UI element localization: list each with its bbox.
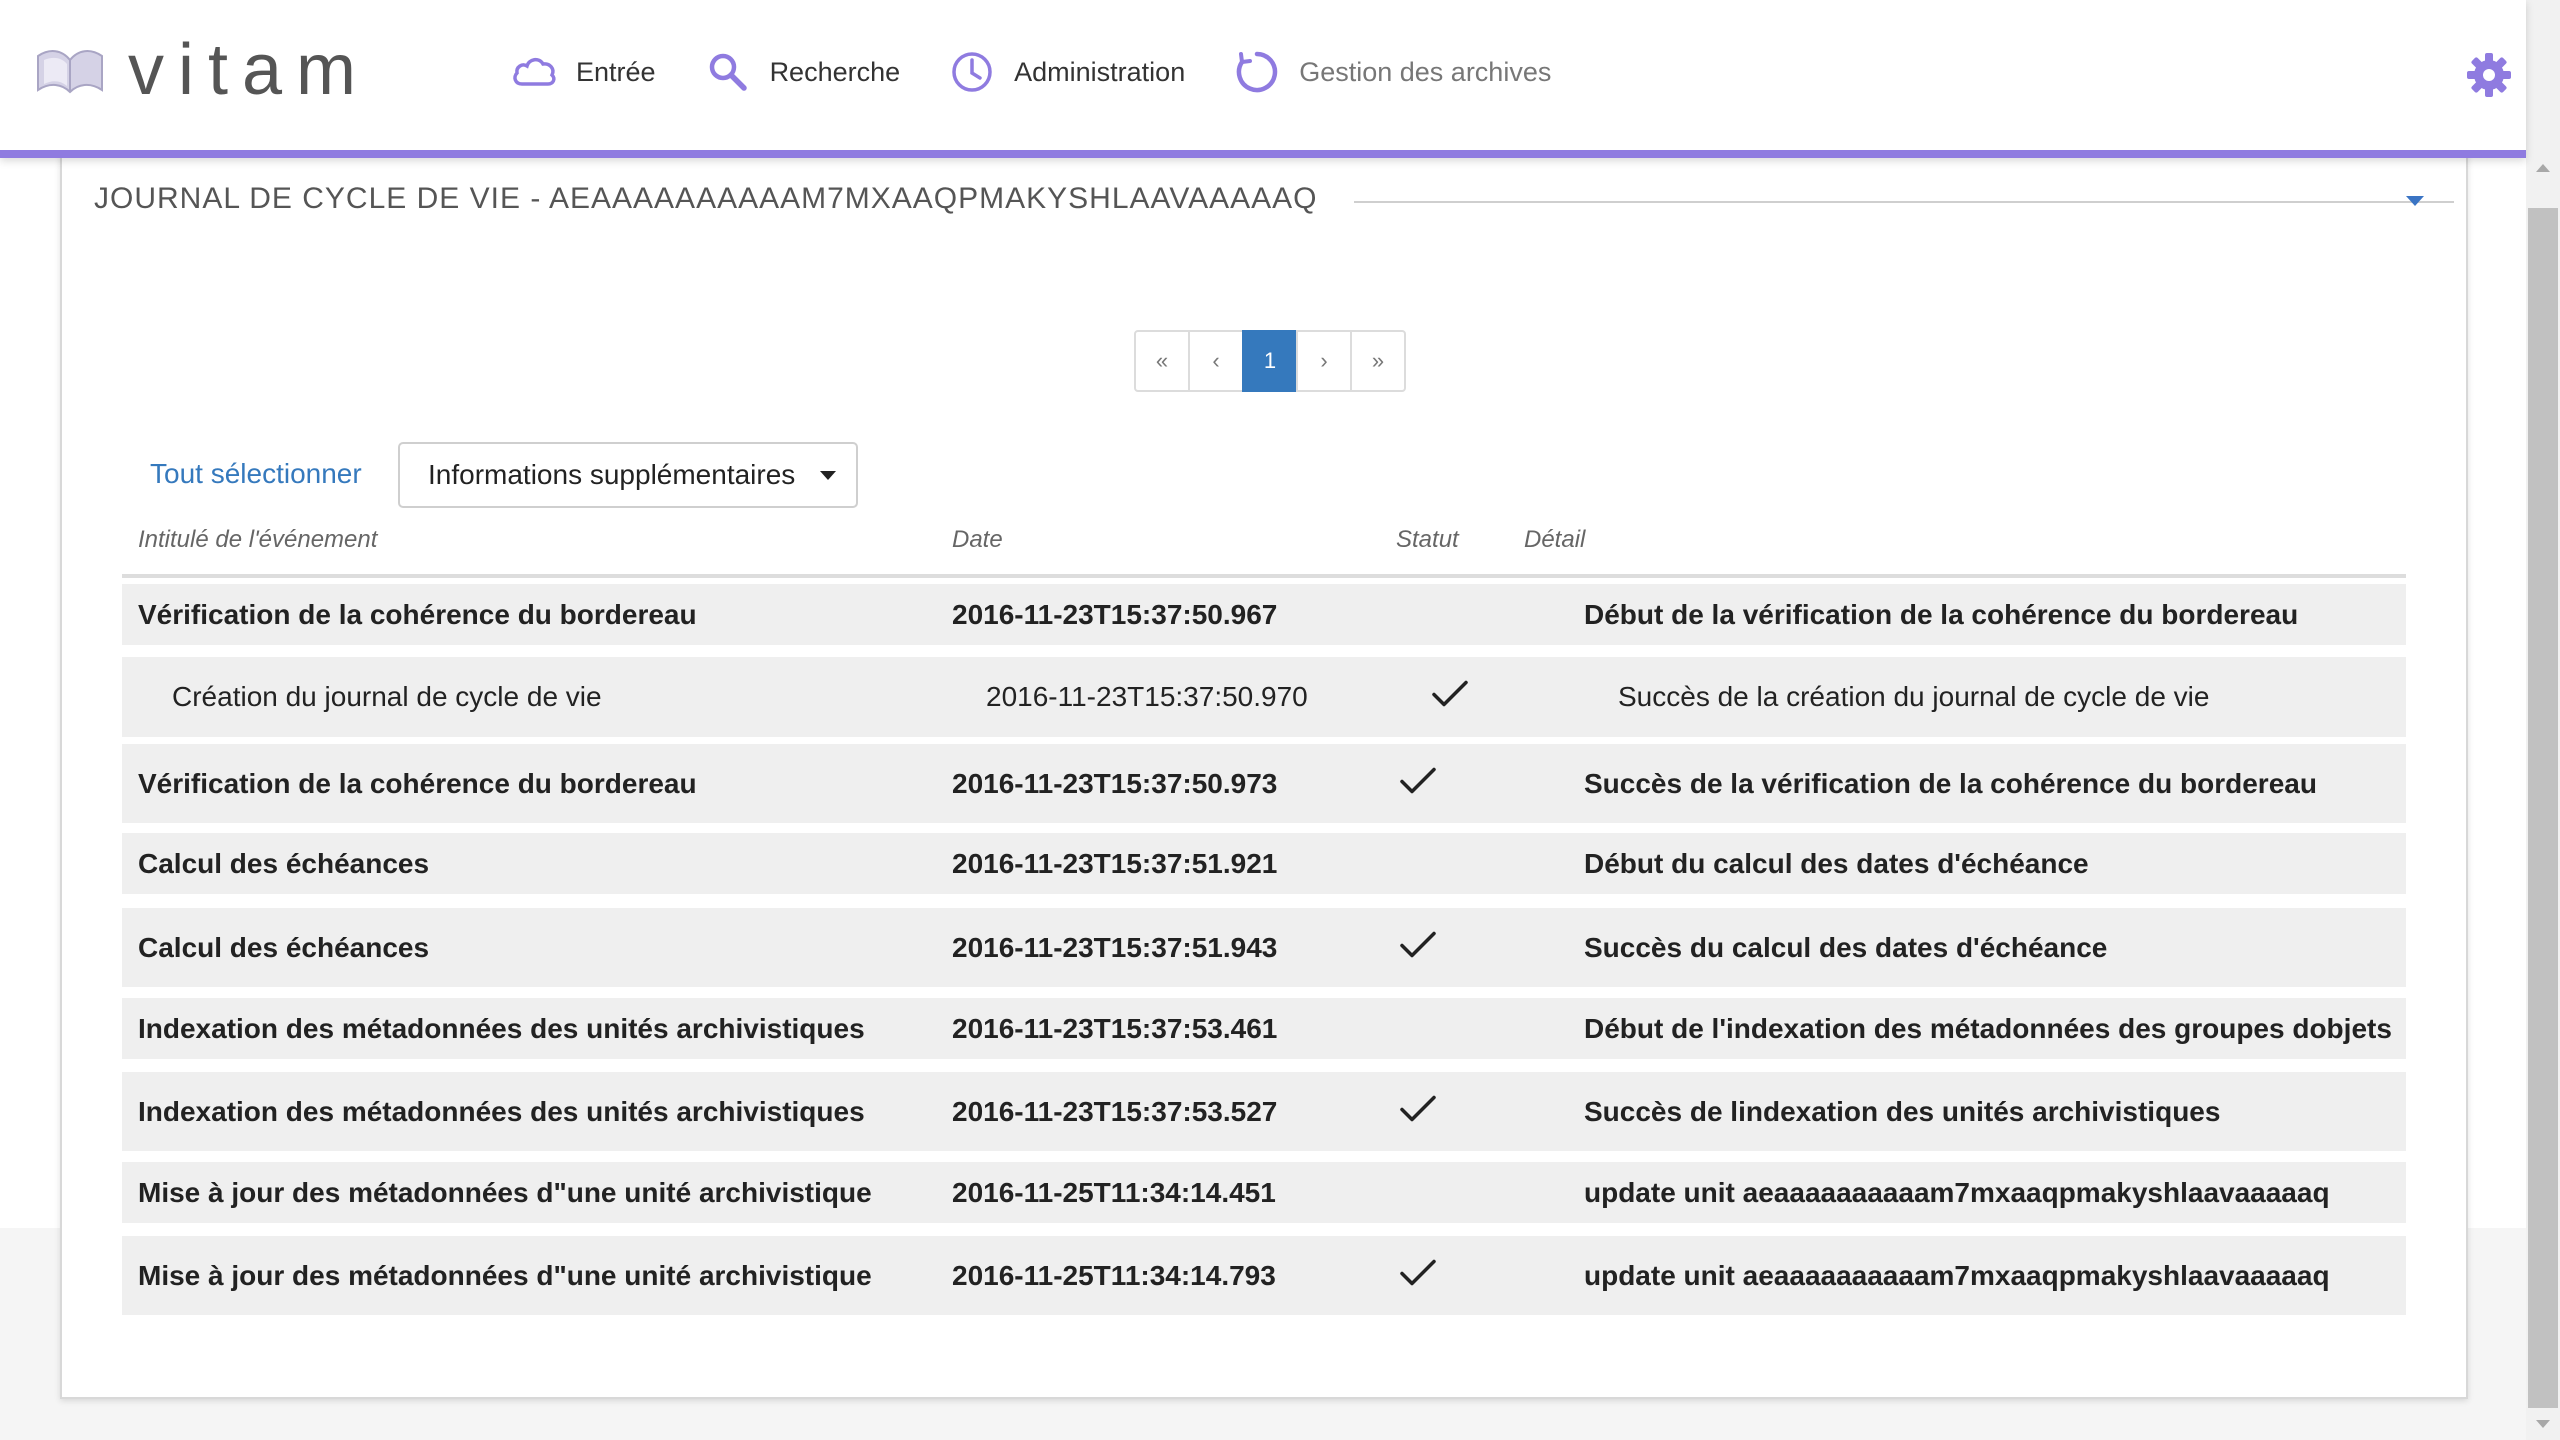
nav-label-administration: Administration (1014, 56, 1186, 87)
nav-label-recherche: Recherche (769, 56, 901, 87)
event-cell: Calcul des échéances (138, 847, 430, 879)
pagination-prev[interactable]: ‹ (1188, 330, 1244, 392)
date-cell: 2016-11-23T15:37:51.943 (952, 931, 1278, 963)
scroll-down-arrow-icon[interactable] (2536, 1420, 2550, 1428)
table-row[interactable]: Calcul des échéances 2016-11-23T15:37:51.… (122, 833, 2406, 894)
table-header-rule (122, 574, 2406, 578)
event-cell: Vérification de la cohérence du borderea… (138, 598, 697, 630)
check-icon (1432, 680, 1468, 707)
event-cell: Mise à jour des métadonnées d"une unité … (138, 1176, 872, 1208)
pagination-last[interactable]: » (1350, 330, 1406, 392)
detail-cell: Début de la vérification de la cohérence… (1584, 598, 2299, 630)
table-row[interactable]: Vérification de la cohérence du borderea… (122, 584, 2406, 645)
date-cell: 2016-11-23T15:37:50.967 (952, 598, 1278, 630)
nav-item-recherche[interactable]: Recherche (704, 48, 901, 96)
collapse-caret-icon[interactable] (2406, 196, 2424, 206)
app-header: vitam Entrée Recherche Administration Ge… (0, 0, 2526, 158)
scrollbar-thumb[interactable] (2528, 208, 2558, 1408)
detail-cell: update unit aeaaaaaaaaaam7mxaaqpmakyshla… (1584, 1259, 2330, 1291)
date-cell: 2016-11-23T15:37:51.921 (952, 847, 1278, 879)
date-cell: 2016-11-23T15:37:53.527 (952, 1095, 1278, 1127)
event-cell: Vérification de la cohérence du borderea… (138, 767, 697, 799)
pagination: « ‹ 1 › » (1134, 330, 1406, 392)
select-all-link[interactable]: Tout sélectionner (150, 458, 362, 490)
search-icon (709, 53, 747, 91)
detail-cell: Succès du calcul des dates d'échéance (1584, 931, 2108, 963)
gear-icon[interactable] (2466, 52, 2512, 98)
table-row[interactable]: Mise à jour des métadonnées d"une unité … (122, 1162, 2406, 1223)
status-cell (1398, 1092, 1438, 1131)
event-cell: Indexation des métadonnées des unités ar… (138, 1012, 865, 1044)
event-cell: Calcul des échéances (138, 931, 430, 963)
pagination-next[interactable]: › (1296, 330, 1352, 392)
pagination-first[interactable]: « (1134, 330, 1190, 392)
nav-label-gestion-archives: Gestion des archives (1299, 56, 1552, 87)
column-header-event[interactable]: Intitulé de l'événement (138, 526, 377, 554)
detail-cell: Début du calcul des dates d'échéance (1584, 847, 2089, 879)
logo[interactable]: vitam (34, 34, 370, 106)
event-cell: Mise à jour des métadonnées d"une unité … (138, 1259, 872, 1291)
column-header-status[interactable]: Statut (1396, 526, 1459, 554)
table-row[interactable]: Mise à jour des métadonnées d"une unité … (122, 1236, 2406, 1315)
table-row[interactable]: Indexation des métadonnées des unités ar… (122, 1072, 2406, 1151)
additional-info-dropdown[interactable]: Informations supplémentaires (398, 442, 858, 508)
check-icon (1400, 767, 1436, 793)
table-row[interactable]: Indexation des métadonnées des unités ar… (122, 998, 2406, 1059)
status-cell (1398, 764, 1438, 803)
detail-cell: Succès de la création du journal de cycl… (1618, 681, 2210, 712)
status-cell (1430, 678, 1470, 717)
lifecycle-journal-panel: JOURNAL DE CYCLE DE VIE - AEAAAAAAAAAAM7… (60, 150, 2468, 1399)
date-cell: 2016-11-23T15:37:50.970 (986, 681, 1308, 712)
panel-title: JOURNAL DE CYCLE DE VIE - AEAAAAAAAAAAM7… (94, 182, 1338, 216)
spinner-icon (1236, 51, 1278, 93)
scroll-up-arrow-icon[interactable] (2536, 164, 2550, 172)
nav-item-administration[interactable]: Administration (948, 48, 1185, 96)
table-row[interactable]: Calcul des échéances 2016-11-23T15:37:51.… (122, 908, 2406, 987)
date-cell: 2016-11-23T15:37:53.461 (952, 1012, 1278, 1044)
check-icon (1400, 931, 1436, 957)
detail-cell: Succès de lindexation des unités archivi… (1584, 1095, 2221, 1127)
cloud-icon (513, 57, 556, 86)
main-nav: Entrée Recherche Administration Gestion … (510, 48, 1599, 96)
panel-title-rule (1354, 201, 2454, 203)
nav-item-entree[interactable]: Entrée (510, 48, 656, 96)
date-cell: 2016-11-25T11:34:14.451 (952, 1176, 1276, 1208)
table-row[interactable]: Création du journal de cycle de vie 2016-… (122, 657, 2406, 737)
nav-label-entree: Entrée (576, 56, 656, 87)
table-row[interactable]: Vérification de la cohérence du borderea… (122, 744, 2406, 823)
detail-cell: Succès de la vérification de la cohérenc… (1584, 767, 2317, 799)
column-header-date[interactable]: Date (952, 526, 1003, 554)
column-header-detail[interactable]: Détail (1524, 526, 1585, 554)
clock-icon (952, 52, 992, 92)
pagination-current-page[interactable]: 1 (1242, 330, 1298, 392)
nav-item-gestion-archives[interactable]: Gestion des archives (1233, 48, 1551, 96)
app-name: vitam (128, 30, 371, 110)
status-cell (1398, 928, 1438, 967)
event-cell: Création du journal de cycle de vie (172, 681, 602, 712)
event-cell: Indexation des métadonnées des unités ar… (138, 1095, 865, 1127)
detail-cell: Début de l'indexation des métadonnées de… (1584, 1012, 2392, 1044)
status-cell (1398, 1256, 1438, 1295)
check-icon (1400, 1259, 1436, 1285)
date-cell: 2016-11-25T11:34:14.793 (952, 1259, 1276, 1291)
check-icon (1400, 1095, 1436, 1121)
book-icon (37, 50, 103, 94)
caret-down-icon (820, 471, 836, 480)
additional-info-label: Informations supplémentaires (428, 459, 796, 490)
date-cell: 2016-11-23T15:37:50.973 (952, 767, 1278, 799)
detail-cell: update unit aeaaaaaaaaaam7mxaaqpmakyshla… (1584, 1176, 2330, 1208)
